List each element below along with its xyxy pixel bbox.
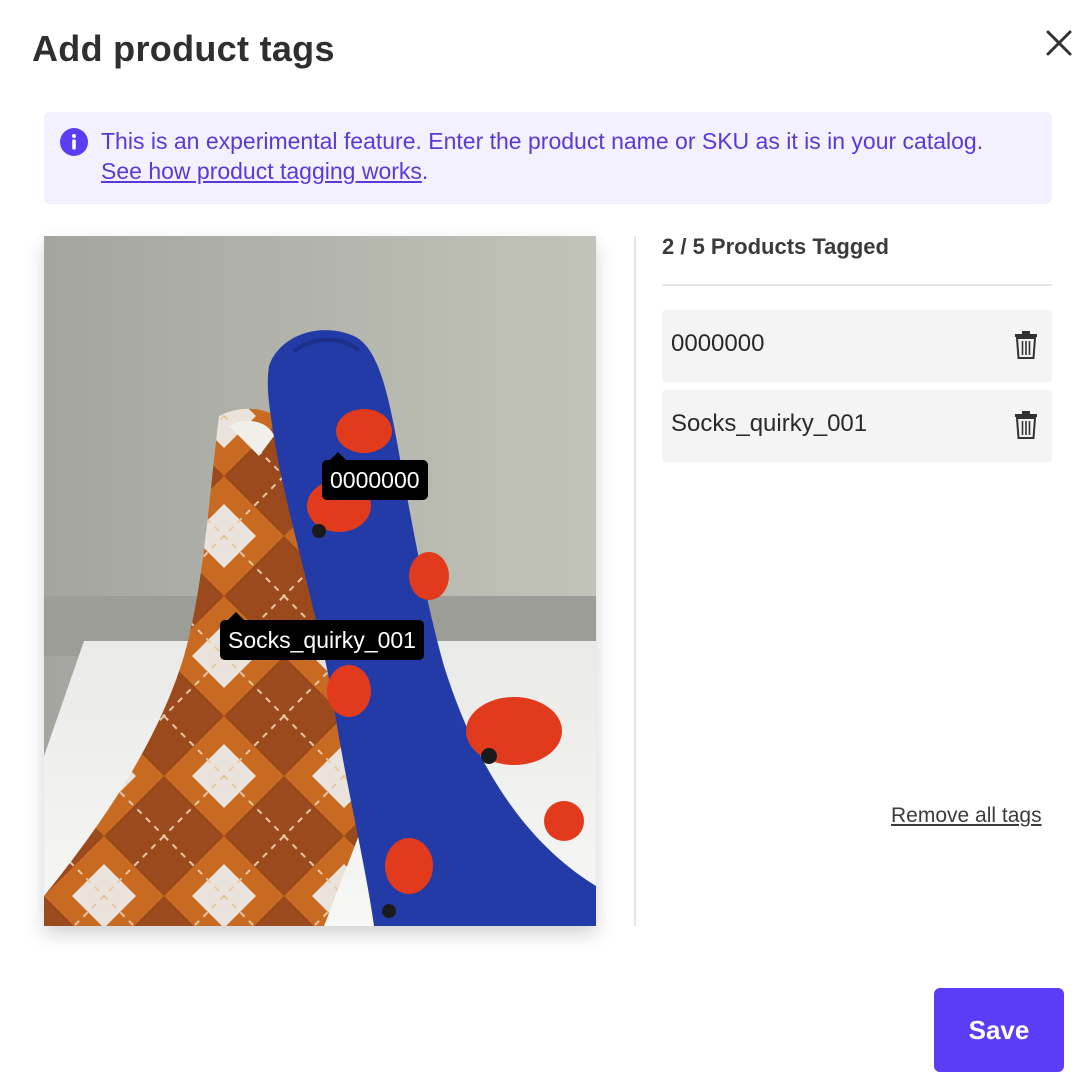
banner-suffix: . xyxy=(421,158,429,184)
image-tag-socks-quirky-001[interactable]: Socks_quirky_001 xyxy=(220,612,424,660)
close-icon xyxy=(1046,30,1072,56)
vertical-divider xyxy=(634,236,636,926)
banner-message: This is an experimental feature. Enter t… xyxy=(101,126,1021,186)
save-button[interactable]: Save xyxy=(934,988,1064,1072)
trash-icon[interactable] xyxy=(1014,411,1038,439)
tag-list-item-label: 0000000 xyxy=(671,330,765,357)
dialog-title: Add product tags xyxy=(32,28,335,69)
remove-all-tags-link[interactable]: Remove all tags xyxy=(891,804,1042,828)
image-tag-0000000[interactable]: 0000000 xyxy=(322,452,428,500)
banner-text: This is an experimental feature. Enter t… xyxy=(101,128,984,154)
socks-photo xyxy=(44,236,596,926)
tag-list-item-label: Socks_quirky_001 xyxy=(671,410,868,437)
product-image[interactable] xyxy=(44,236,596,926)
close-button[interactable] xyxy=(1040,26,1078,64)
info-icon xyxy=(60,128,88,156)
product-tagging-help-link[interactable]: See how product tagging works xyxy=(101,158,422,184)
tag-list-item: Socks_quirky_001 xyxy=(662,390,1052,462)
tag-list-item: 0000000 xyxy=(662,310,1052,382)
products-tagged-count: 2 / 5 Products Tagged xyxy=(662,234,889,259)
trash-icon[interactable] xyxy=(1014,331,1038,359)
horizontal-divider xyxy=(662,284,1052,286)
